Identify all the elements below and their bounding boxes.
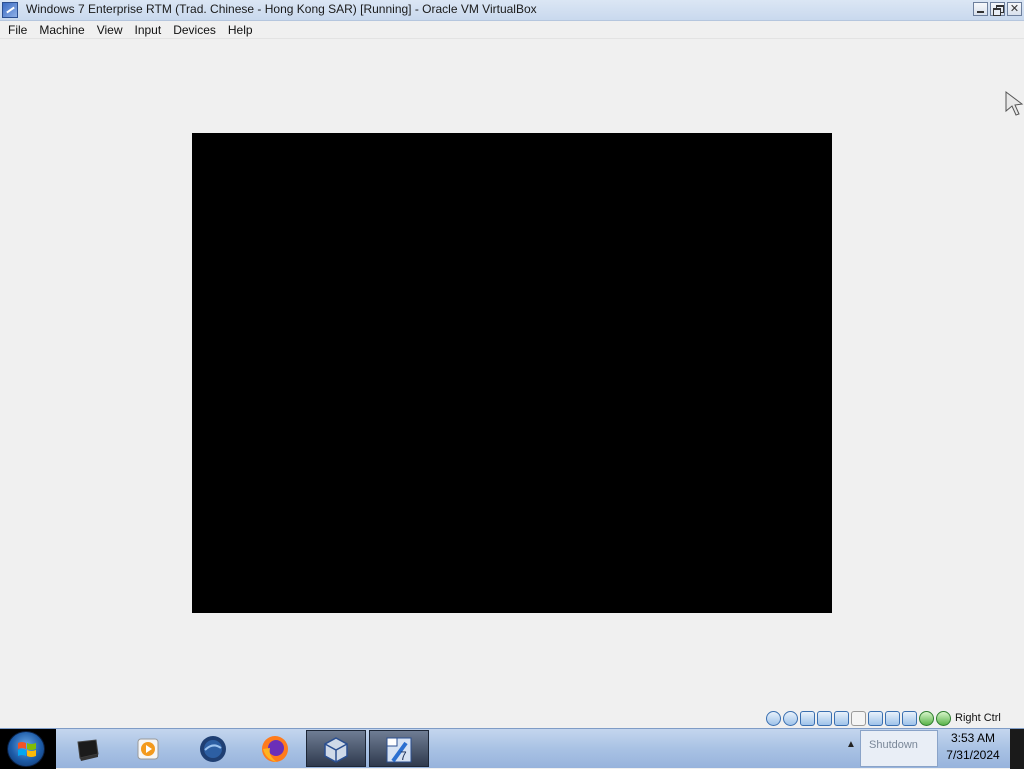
tray-shutdown-label: Shutdown (869, 739, 918, 751)
hard-disk-icon[interactable] (766, 710, 781, 726)
virtualbox-icon (324, 737, 348, 763)
menu-devices[interactable]: Devices (167, 21, 222, 39)
virtualbox-app-icon[interactable] (2, 2, 18, 18)
taskbar-terminal[interactable] (58, 730, 118, 767)
menu-help[interactable]: Help (222, 21, 259, 39)
menu-bar: File Machine View Input Devices Help (0, 21, 1024, 39)
clock[interactable]: 3:53 AM 7/31/2024 (940, 730, 1006, 767)
menu-machine[interactable]: Machine (33, 21, 90, 39)
network-icon[interactable] (817, 710, 832, 726)
clock-date: 7/31/2024 (946, 748, 1000, 762)
win7-vm-icon: 7 (386, 737, 412, 763)
close-button[interactable]: ✕ (1007, 2, 1022, 16)
mouse-pointer-icon (1005, 91, 1024, 116)
thunderbird-icon (200, 736, 226, 762)
notification-area[interactable]: Shutdown (860, 730, 938, 767)
vm-status-bar: Right Ctrl (766, 708, 1024, 728)
taskbar: 7 ▲ Shutdown 3:53 AM 7/31/2024 (0, 728, 1024, 769)
show-hidden-icons-arrow[interactable]: ▲ (846, 739, 856, 750)
firefox-icon (262, 736, 288, 762)
windows-logo-icon (18, 742, 36, 757)
host-key-label: Right Ctrl (955, 712, 1001, 724)
svg-text:7: 7 (400, 749, 407, 763)
terminal-icon (77, 739, 99, 761)
menu-input[interactable]: Input (129, 21, 168, 39)
taskbar-virtualbox[interactable] (306, 730, 366, 767)
start-button[interactable] (7, 731, 45, 767)
audio-icon[interactable] (800, 710, 815, 726)
snapshot-icon[interactable] (902, 710, 917, 726)
window-title: Windows 7 Enterprise RTM (Trad. Chinese … (26, 2, 537, 16)
title-bar: Windows 7 Enterprise RTM (Trad. Chinese … (0, 0, 1024, 21)
taskbar-win7-vm[interactable]: 7 (369, 730, 429, 767)
mouse-integration-icon[interactable] (936, 710, 951, 726)
taskbar-media-player[interactable] (120, 730, 180, 767)
media-player-icon (137, 738, 159, 760)
menu-file[interactable]: File (2, 21, 33, 39)
clock-time: 3:53 AM (950, 731, 996, 745)
taskbar-firefox[interactable] (246, 730, 306, 767)
show-desktop-button[interactable] (1010, 729, 1024, 769)
optical-drive-icon[interactable] (783, 710, 798, 726)
restore-button[interactable] (990, 2, 1005, 16)
display-icon[interactable] (868, 710, 883, 726)
window-controls: ✕ (973, 2, 1022, 16)
minimize-button[interactable] (973, 2, 988, 16)
start-area (0, 729, 56, 769)
video-capture-icon[interactable] (885, 710, 900, 726)
taskbar-thunderbird[interactable] (184, 730, 244, 767)
vm-display[interactable] (192, 133, 832, 613)
menu-view[interactable]: View (91, 21, 129, 39)
cpu-icon[interactable] (919, 710, 934, 726)
usb-icon[interactable] (834, 710, 849, 726)
shared-folders-icon[interactable] (851, 710, 866, 726)
